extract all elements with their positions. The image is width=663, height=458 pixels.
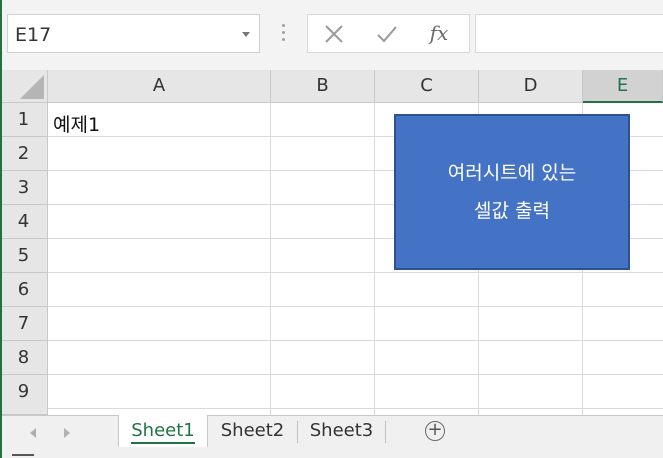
- status-indicator: [12, 454, 34, 456]
- select-all-corner[interactable]: [0, 70, 48, 103]
- column-header-b[interactable]: B: [271, 70, 375, 103]
- sheet-tab-label: Sheet3: [309, 420, 374, 441]
- formula-bar-grip-icon: [282, 24, 286, 44]
- formula-bar: E17 fx: [0, 0, 663, 71]
- sheet-tab-label: Sheet2: [220, 420, 285, 441]
- sheet-tab-label: Sheet1: [131, 420, 195, 441]
- gridline: [270, 103, 271, 415]
- dropdown-arrow-icon[interactable]: [242, 32, 250, 37]
- row-header-7[interactable]: 7: [0, 307, 48, 341]
- name-box-value: E17: [15, 24, 52, 46]
- row-header-4[interactable]: 4: [0, 205, 48, 239]
- column-header-d[interactable]: D: [479, 70, 583, 103]
- enter-check-icon[interactable]: [374, 21, 400, 47]
- fx-icon[interactable]: fx: [426, 20, 452, 46]
- gridline: [374, 103, 375, 415]
- window-edge: [0, 0, 2, 458]
- row-header-2[interactable]: 2: [0, 137, 48, 171]
- gridline: [48, 272, 663, 273]
- sheet-tab-bar: Sheet1 Sheet2 Sheet3 +: [0, 415, 663, 449]
- status-bar: [0, 449, 663, 458]
- tab-separator: [385, 421, 386, 443]
- row-header-1[interactable]: 1: [0, 103, 48, 137]
- row-header-9[interactable]: 9: [0, 375, 48, 415]
- column-header-c[interactable]: C: [375, 70, 479, 103]
- column-header-e[interactable]: E: [583, 70, 663, 103]
- shape-text-line2: 셀값 출력: [474, 200, 550, 222]
- next-sheet-icon[interactable]: [64, 428, 70, 438]
- add-sheet-icon[interactable]: +: [425, 421, 445, 441]
- row-header-3[interactable]: 3: [0, 171, 48, 205]
- active-tab-underline: [131, 442, 195, 444]
- gridline: [48, 374, 663, 375]
- gridline: [48, 408, 663, 409]
- shape-text-line1: 여러시트에 있는: [447, 162, 577, 184]
- row-header-8[interactable]: 8: [0, 341, 48, 375]
- gridline: [48, 340, 663, 341]
- prev-sheet-icon[interactable]: [30, 428, 36, 438]
- gridline: [48, 306, 663, 307]
- select-all-triangle-icon: [20, 75, 44, 99]
- row-header-5[interactable]: 5: [0, 239, 48, 273]
- sheet-tab-sheet2[interactable]: Sheet2: [208, 415, 297, 447]
- cancel-x-icon[interactable]: [321, 21, 347, 47]
- row-header-6[interactable]: 6: [0, 273, 48, 307]
- formula-input[interactable]: [475, 14, 663, 53]
- column-header-a[interactable]: A: [48, 70, 271, 103]
- formula-buttons: fx: [307, 14, 470, 53]
- sheet-tab-sheet3[interactable]: Sheet3: [298, 415, 385, 447]
- sheet-tab-sheet1[interactable]: Sheet1: [118, 415, 208, 447]
- name-box[interactable]: E17: [7, 14, 260, 53]
- text-shape[interactable]: 여러시트에 있는 셀값 출력: [394, 114, 630, 270]
- cell-a1[interactable]: 예제1: [53, 110, 100, 137]
